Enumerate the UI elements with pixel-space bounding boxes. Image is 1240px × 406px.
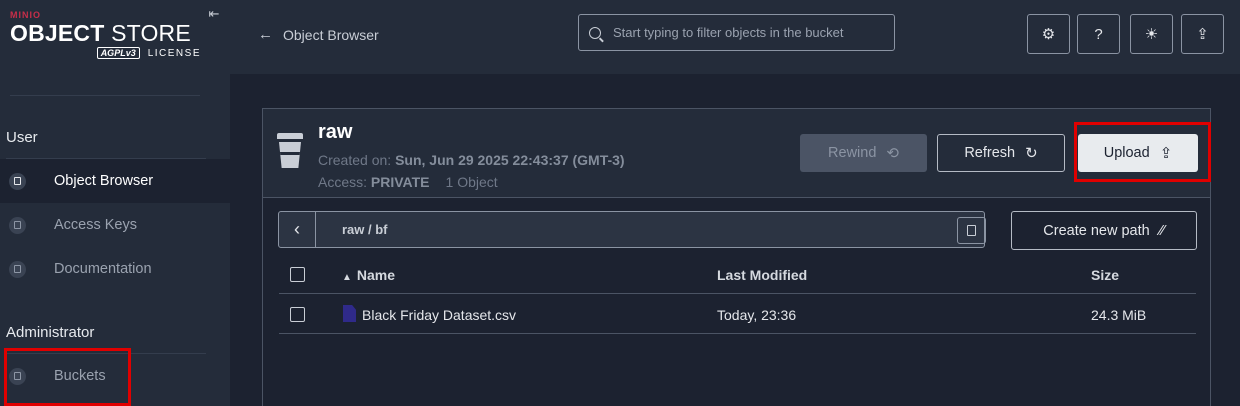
arrow-left-icon: ←: [258, 26, 273, 43]
path-back-button[interactable]: ‹: [279, 212, 316, 247]
sidebar-item-documentation[interactable]: Documentation: [0, 247, 230, 291]
agpl-badge: AGPLv3: [96, 47, 140, 59]
new-path-icon: ⁄⁄: [1159, 222, 1165, 239]
upload-icon: ⇪: [1196, 26, 1209, 43]
rewind-icon: ⟲: [886, 145, 899, 162]
create-new-path-button[interactable]: Create new path ⁄⁄: [1011, 211, 1197, 250]
back-to-object-browser-link[interactable]: ← Object Browser: [258, 26, 379, 43]
object-browser-icon: [9, 172, 26, 190]
refresh-button[interactable]: Refresh ↻: [937, 134, 1065, 172]
settings-button[interactable]: ⚙: [1027, 14, 1070, 54]
top-bar: ← Object Browser ⚙ ? ☀ ⇪: [230, 0, 1240, 74]
search-icon: [589, 26, 601, 39]
copy-icon: [967, 225, 976, 236]
divider: [279, 293, 1196, 294]
gear-icon: ⚙: [1041, 26, 1056, 43]
license-label: LICENSE: [147, 47, 201, 59]
divider: [279, 333, 1196, 334]
bucket-header: raw Created on: Sun, Jun 29 2025 22:43:3…: [263, 109, 1210, 198]
file-name[interactable]: Black Friday Dataset.csv: [362, 307, 516, 323]
back-label: Object Browser: [283, 26, 379, 43]
collapse-sidebar-icon[interactable]: ⇤: [206, 6, 222, 22]
documentation-icon: [9, 260, 26, 278]
search-box[interactable]: [578, 14, 895, 51]
bucket-panel: raw Created on: Sun, Jun 29 2025 22:43:3…: [262, 108, 1211, 406]
sun-icon: ☀: [1144, 26, 1159, 43]
upload-highlight-box: [1074, 122, 1211, 182]
chevron-left-icon: ‹: [294, 219, 300, 239]
column-header-last-modified[interactable]: Last Modified: [717, 267, 807, 283]
section-title-user: User: [6, 129, 38, 146]
file-last-modified: Today, 23:36: [717, 307, 797, 323]
refresh-icon: ↻: [1025, 145, 1038, 162]
section-title-administrator: Administrator: [6, 324, 95, 341]
created-date: Sun, Jun 29 2025 22:43:37 (GMT-3): [395, 152, 625, 168]
sidebar-item-object-browser[interactable]: Object Browser: [0, 159, 230, 203]
copy-path-button[interactable]: [957, 217, 986, 244]
bucket-icon: [277, 133, 303, 169]
sidebar-item-label: Documentation: [54, 261, 152, 277]
file-icon: [343, 305, 356, 322]
minio-logo: MINIO OBJECT STORE AGPLv3 LICENSE: [10, 10, 205, 72]
column-header-name[interactable]: ▲ Name: [342, 267, 395, 283]
file-size: 24.3 MiB: [1091, 307, 1147, 323]
sidebar-item-access-keys[interactable]: Access Keys: [0, 203, 230, 247]
search-input[interactable]: [613, 25, 883, 40]
row-checkbox[interactable]: [290, 307, 305, 322]
bucket-meta: Created on: Sun, Jun 29 2025 22:43:37 (G…: [318, 152, 625, 190]
theme-toggle-button[interactable]: ☀: [1130, 14, 1173, 54]
rewind-button[interactable]: Rewind ⟲: [800, 134, 927, 172]
logo-brand: MINIO: [10, 10, 41, 20]
sidebar-item-label: Access Keys: [54, 217, 137, 233]
help-button[interactable]: ?: [1077, 14, 1120, 54]
upload-top-button[interactable]: ⇪: [1181, 14, 1224, 54]
object-count: 1 Object: [445, 174, 498, 190]
select-all-checkbox[interactable]: [290, 267, 305, 282]
bucket-name: raw: [318, 121, 353, 143]
buckets-highlight-box: [4, 348, 131, 406]
breadcrumb: raw / bf: [342, 222, 388, 237]
help-icon: ?: [1094, 25, 1103, 43]
access-value: PRIVATE: [370, 174, 430, 190]
path-bar: ‹ raw / bf: [278, 211, 986, 248]
sort-asc-icon: ▲: [342, 272, 352, 283]
sidebar: MINIO OBJECT STORE AGPLv3 LICENSE ⇤ User…: [0, 0, 230, 406]
access-keys-icon: [9, 216, 26, 234]
sidebar-item-label: Object Browser: [54, 173, 154, 189]
logo-title: OBJECT STORE: [10, 20, 191, 46]
divider: [10, 95, 200, 96]
column-header-size[interactable]: Size: [1091, 267, 1119, 283]
